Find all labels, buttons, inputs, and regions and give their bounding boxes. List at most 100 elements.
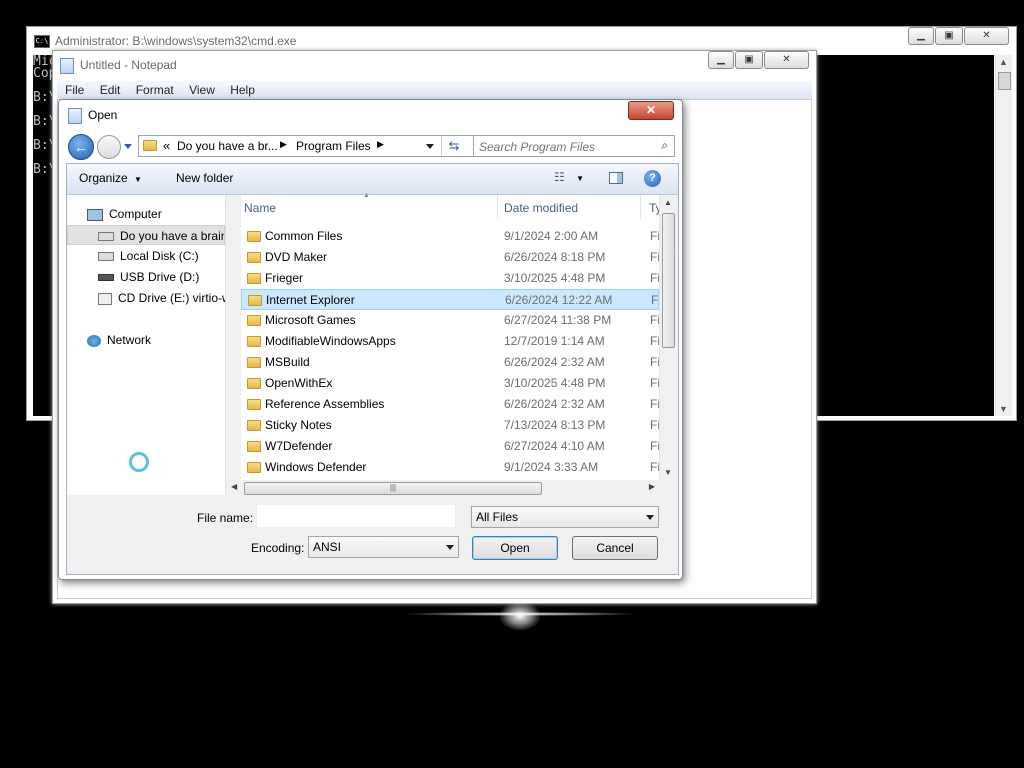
encoding-label: Encoding: <box>251 541 305 555</box>
scroll-down-arrow-icon[interactable]: ▼ <box>999 404 1008 414</box>
horizontal-scroll-thumb[interactable]: ||| <box>244 482 542 495</box>
file-row[interactable]: W7Defender 6/27/2024 4:10 AM Fi <box>241 436 659 457</box>
scroll-down-arrow-icon[interactable]: ▼ <box>664 468 672 477</box>
scroll-up-arrow-icon[interactable]: ▲ <box>999 57 1008 67</box>
file-date-modified: 6/26/2024 8:18 PM <box>504 250 606 264</box>
search-box[interactable]: ⌕ <box>473 135 675 157</box>
file-row[interactable]: ModifiableWindowsApps 12/7/2019 1:14 AM Fi <box>241 331 659 352</box>
organize-button[interactable]: Organize ▼ <box>79 171 142 185</box>
nav-computer[interactable]: Computer <box>87 204 162 224</box>
file-name-label: File name: <box>197 511 254 525</box>
nav-drive[interactable]: CD Drive (E:) virtio-w <box>98 288 225 308</box>
cmd-minimize-button[interactable]: ▁ <box>908 27 934 45</box>
folder-icon <box>247 399 261 410</box>
drive-icon <box>98 232 114 242</box>
file-date-modified: 6/27/2024 11:38 PM <box>504 313 612 327</box>
menu-format[interactable]: Format <box>136 81 174 99</box>
file-row[interactable]: Sticky Notes 7/13/2024 8:13 PM Fi <box>241 415 659 436</box>
new-folder-button[interactable]: New folder <box>176 171 233 185</box>
column-header-date[interactable]: Date modified <box>498 195 641 219</box>
file-type: Fi <box>650 229 659 243</box>
file-list-vertical-scrollbar[interactable]: ▲ ▼ <box>659 195 677 480</box>
file-row[interactable]: Windows Defender 9/1/2024 3:33 AM Fi <box>241 457 659 478</box>
recent-locations-button[interactable] <box>124 144 132 149</box>
scroll-left-arrow-icon[interactable]: ◀ <box>231 482 237 491</box>
cmd-close-button[interactable]: ✕ <box>964 27 1009 45</box>
folder-icon <box>247 315 261 326</box>
address-bar[interactable]: « Do you have a br... ▶ Program Files ▶ … <box>138 135 499 157</box>
nav-drive-selected[interactable]: Do you have a brain <box>67 225 225 245</box>
file-row[interactable]: Microsoft Games 6/27/2024 11:38 PM Fi <box>241 310 659 331</box>
file-row-selected[interactable]: Internet Explorer 6/26/2024 12:22 AM Fi <box>241 289 660 310</box>
preview-pane-button[interactable] <box>609 172 623 184</box>
nav-drive-label: Local Disk (C:) <box>120 249 199 263</box>
chevron-down-icon: ▼ <box>134 175 142 184</box>
file-row[interactable]: Frieger 3/10/2025 4:48 PM Fi <box>241 268 659 289</box>
notepad-maximize-button[interactable]: ▣ <box>735 51 763 69</box>
cancel-button[interactable]: Cancel <box>572 536 658 560</box>
column-header-name[interactable]: Name ▲ <box>241 192 498 219</box>
help-button[interactable]: ? <box>644 170 661 187</box>
dialog-title: Open <box>88 108 118 122</box>
breadcrumb-chevron-icon[interactable]: ▶ <box>377 139 384 150</box>
breadcrumb-item[interactable]: Program Files <box>296 139 371 153</box>
open-button[interactable]: Open <box>472 536 558 560</box>
chevron-down-icon <box>426 144 434 149</box>
cmd-scroll-thumb[interactable] <box>998 72 1011 90</box>
nav-drive[interactable]: Local Disk (C:) <box>98 246 199 266</box>
folder-icon <box>247 231 261 242</box>
menu-file[interactable]: File <box>65 81 84 99</box>
chevron-down-icon <box>646 515 654 520</box>
menu-view[interactable]: View <box>189 81 215 99</box>
address-dropdown-button[interactable] <box>421 136 439 156</box>
column-header-type[interactable]: Ty <box>641 195 659 219</box>
menu-edit[interactable]: Edit <box>100 81 121 99</box>
chevron-down-icon <box>446 545 454 550</box>
file-row[interactable]: Common Files 9/1/2024 2:00 AM Fi <box>241 226 659 247</box>
view-options-button[interactable]: ☷ ▼ <box>554 170 588 187</box>
search-input[interactable] <box>477 138 651 155</box>
search-icon: ⌕ <box>661 138 668 152</box>
breadcrumb-item[interactable]: Do you have a br... <box>177 139 278 153</box>
file-row[interactable]: OpenWithEx 3/10/2025 4:48 PM Fi <box>241 373 659 394</box>
file-date-modified: 3/10/2025 4:48 PM <box>504 376 606 390</box>
file-row[interactable]: DVD Maker 6/26/2024 8:18 PM Fi <box>241 247 659 268</box>
nav-drive-label: CD Drive (E:) virtio-w <box>118 291 225 305</box>
back-button[interactable]: ← <box>68 134 94 160</box>
notepad-close-button[interactable]: ✕ <box>764 51 809 69</box>
folder-icon <box>247 252 261 263</box>
file-name-input[interactable] <box>256 504 456 528</box>
menu-help[interactable]: Help <box>230 81 255 99</box>
nav-drive-label: Do you have a brain <box>120 229 225 243</box>
file-date-modified: 3/10/2025 4:48 PM <box>504 271 606 285</box>
encoding-select[interactable]: ANSI <box>308 536 459 558</box>
notepad-minimize-button[interactable]: ▁ <box>708 51 734 69</box>
cmd-maximize-button[interactable]: ▣ <box>935 27 963 45</box>
nav-drive[interactable]: USB Drive (D:) <box>98 267 199 287</box>
file-list-horizontal-scrollbar[interactable]: ◀ ||| ▶ <box>227 480 659 496</box>
cmd-scrollbar[interactable]: ▲ ▼ <box>995 55 1012 416</box>
file-row[interactable]: Reference Assemblies 6/26/2024 2:32 AM Fi <box>241 394 659 415</box>
nav-network[interactable]: Network <box>87 330 151 350</box>
vertical-scroll-thumb[interactable] <box>662 213 675 348</box>
file-date-modified: 7/13/2024 8:13 PM <box>504 418 606 432</box>
file-list[interactable]: Name ▲ Date modified Ty Common Files 9/1/… <box>241 192 660 480</box>
refresh-button[interactable]: ⇆ <box>441 136 466 156</box>
address-overflow-chevron[interactable]: « <box>163 138 170 153</box>
scroll-right-arrow-icon[interactable]: ▶ <box>649 482 655 491</box>
forward-button[interactable] <box>97 135 121 159</box>
file-type-select[interactable]: All Files <box>471 506 659 528</box>
open-dialog[interactable]: Open ✕ ← « Do you have a br... ▶ Program… <box>58 99 683 580</box>
folder-icon <box>247 378 261 389</box>
nav-drive-label: USB Drive (D:) <box>120 270 200 284</box>
breadcrumb-chevron-icon[interactable]: ▶ <box>280 139 287 150</box>
file-name: OpenWithEx <box>265 376 333 390</box>
folder-icon <box>247 336 261 347</box>
scroll-up-arrow-icon[interactable]: ▲ <box>664 198 672 207</box>
back-arrow-icon: ← <box>74 139 88 155</box>
dialog-close-button[interactable]: ✕ <box>628 101 674 120</box>
file-row[interactable]: MSBuild 6/26/2024 2:32 AM Fi <box>241 352 659 373</box>
file-type: Fi <box>650 418 659 432</box>
cmd-title: Administrator: B:\windows\system32\cmd.e… <box>55 34 297 48</box>
file-type: Fi <box>650 334 659 348</box>
